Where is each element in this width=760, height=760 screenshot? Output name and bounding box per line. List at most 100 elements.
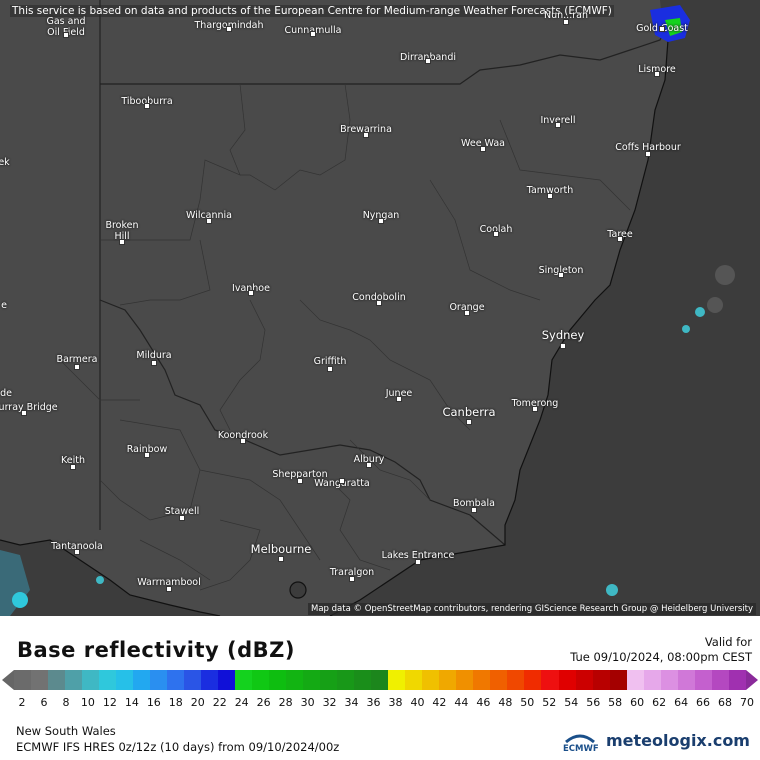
- place-marker-condobolin: [376, 300, 382, 306]
- place-marker-broken-hill: [119, 239, 125, 245]
- scale-swatch: [507, 670, 525, 690]
- scale-swatch: [456, 670, 474, 690]
- place-marker-edge-top: [563, 19, 569, 25]
- place-marker-brewarrina: [363, 132, 369, 138]
- place-marker-mildura: [151, 360, 157, 366]
- scale-ticks: 2 6 8 10 12 14 16 18 20 22 24 26 28 30 32 34 36 38 40 42 44 4…: [0, 696, 760, 710]
- data-source-banner: This service is based on data and produc…: [10, 5, 614, 17]
- scale-tick-label: 32: [322, 696, 337, 709]
- scale-swatch: [286, 670, 304, 690]
- place-marker-gold-coast: [659, 26, 665, 32]
- place-marker-dirranbandi: [425, 58, 431, 64]
- scale-tick-label: 28: [278, 696, 293, 709]
- place-marker-lakes-entrance: [415, 559, 421, 565]
- scale-tick-label: 18: [168, 696, 183, 709]
- scale-tick-label: 58: [608, 696, 623, 709]
- place-marker-orange: [464, 310, 470, 316]
- place-marker-murray-bridge: [21, 410, 27, 416]
- port-phillip: [289, 581, 307, 599]
- legend-panel: Base reflectivity (dBZ) Valid for Tue 09…: [0, 616, 760, 760]
- scale-swatch: [609, 670, 627, 690]
- scale-tick-label: 6: [40, 696, 48, 709]
- scale-tick-label: 8: [62, 696, 70, 709]
- place-marker-melbourne: [278, 556, 284, 562]
- place-marker-barmera: [74, 364, 80, 370]
- scale-swatch: [48, 670, 66, 690]
- scale-tick-label: 64: [674, 696, 689, 709]
- scale-swatch: [524, 670, 542, 690]
- scale-swatch: [14, 670, 32, 690]
- place-marker-albury: [366, 462, 372, 468]
- place-marker-taree: [617, 236, 623, 242]
- place-marker-sydney: [560, 343, 566, 349]
- place-marker-cunnamulla: [310, 31, 316, 37]
- scale-tick-label: 12: [102, 696, 117, 709]
- place-marker-tantanoola: [74, 549, 80, 555]
- place-marker-wilcannia: [206, 218, 212, 224]
- meteologix-brand[interactable]: meteologix.com: [606, 731, 750, 750]
- place-marker-nyngan: [378, 218, 384, 224]
- scale-tick-label: 24: [234, 696, 249, 709]
- scale-swatch: [558, 670, 576, 690]
- map-view[interactable]: This service is based on data and produc…: [0, 0, 760, 616]
- scale-tick-label: 38: [388, 696, 403, 709]
- scale-tick-label: 20: [190, 696, 205, 709]
- place-marker-wee-waa: [480, 146, 486, 152]
- scale-tick-label: 52: [542, 696, 557, 709]
- region-name: New South Wales: [16, 724, 116, 738]
- scale-swatch: [31, 670, 49, 690]
- scale-min-arrow: [2, 670, 14, 690]
- place-marker-junee: [396, 396, 402, 402]
- scale-swatch: [388, 670, 406, 690]
- place-marker-inverell: [555, 122, 561, 128]
- scale-swatch: [643, 670, 661, 690]
- scale-swatch: [82, 670, 100, 690]
- scale-tick-label: 10: [80, 696, 95, 709]
- scale-swatch: [99, 670, 117, 690]
- place-marker-bombala: [471, 507, 477, 513]
- place-marker-gas-oil: [63, 32, 69, 38]
- scale-swatch: [694, 670, 712, 690]
- scale-swatch: [303, 670, 321, 690]
- scale-tick-label: 48: [498, 696, 513, 709]
- scale-tick-label: 68: [718, 696, 733, 709]
- scale-tick-label: 34: [344, 696, 359, 709]
- scale-swatch: [252, 670, 270, 690]
- scale-tick-label: 16: [146, 696, 161, 709]
- scale-swatch: [116, 670, 134, 690]
- place-label-melbourne: Melbourne: [250, 542, 312, 556]
- scale-swatch: [439, 670, 457, 690]
- place-marker-koondrook: [240, 438, 246, 444]
- scale-swatch: [575, 670, 593, 690]
- scale-tick-label: 42: [432, 696, 447, 709]
- place-marker-canberra: [466, 419, 472, 425]
- place-marker-ivanhoe: [248, 290, 254, 296]
- scale-tick-label: 60: [630, 696, 645, 709]
- place-marker-rainbow: [144, 452, 150, 458]
- scale-tick-label: 46: [476, 696, 491, 709]
- scale-tick-label: 70: [740, 696, 754, 709]
- scale-tick-label: 30: [300, 696, 315, 709]
- place-marker-keith: [70, 464, 76, 470]
- scale-swatch: [711, 670, 729, 690]
- scale-max-arrow: [746, 670, 758, 690]
- place-marker-wangaratta: [339, 478, 345, 484]
- place-label-sydney: Sydney: [541, 328, 585, 342]
- scale-tick-label: 44: [454, 696, 469, 709]
- scale-swatch: [167, 670, 185, 690]
- scale-swatch: [490, 670, 508, 690]
- place-marker-coolah: [493, 231, 499, 237]
- scale-swatch: [592, 670, 610, 690]
- scale-tick-label: 22: [212, 696, 227, 709]
- place-marker-traralgon: [349, 576, 355, 582]
- scale-swatch: [269, 670, 287, 690]
- scale-tick-label: 54: [564, 696, 579, 709]
- place-marker-tibooburra: [144, 103, 150, 109]
- scale-tick-label: 14: [124, 696, 139, 709]
- scale-swatch: [320, 670, 338, 690]
- scale-tick-label: 26: [256, 696, 271, 709]
- scale-swatch: [728, 670, 746, 690]
- scale-swatch: [235, 670, 253, 690]
- scale-swatch: [150, 670, 168, 690]
- place-marker-coffs-harbour: [645, 151, 651, 157]
